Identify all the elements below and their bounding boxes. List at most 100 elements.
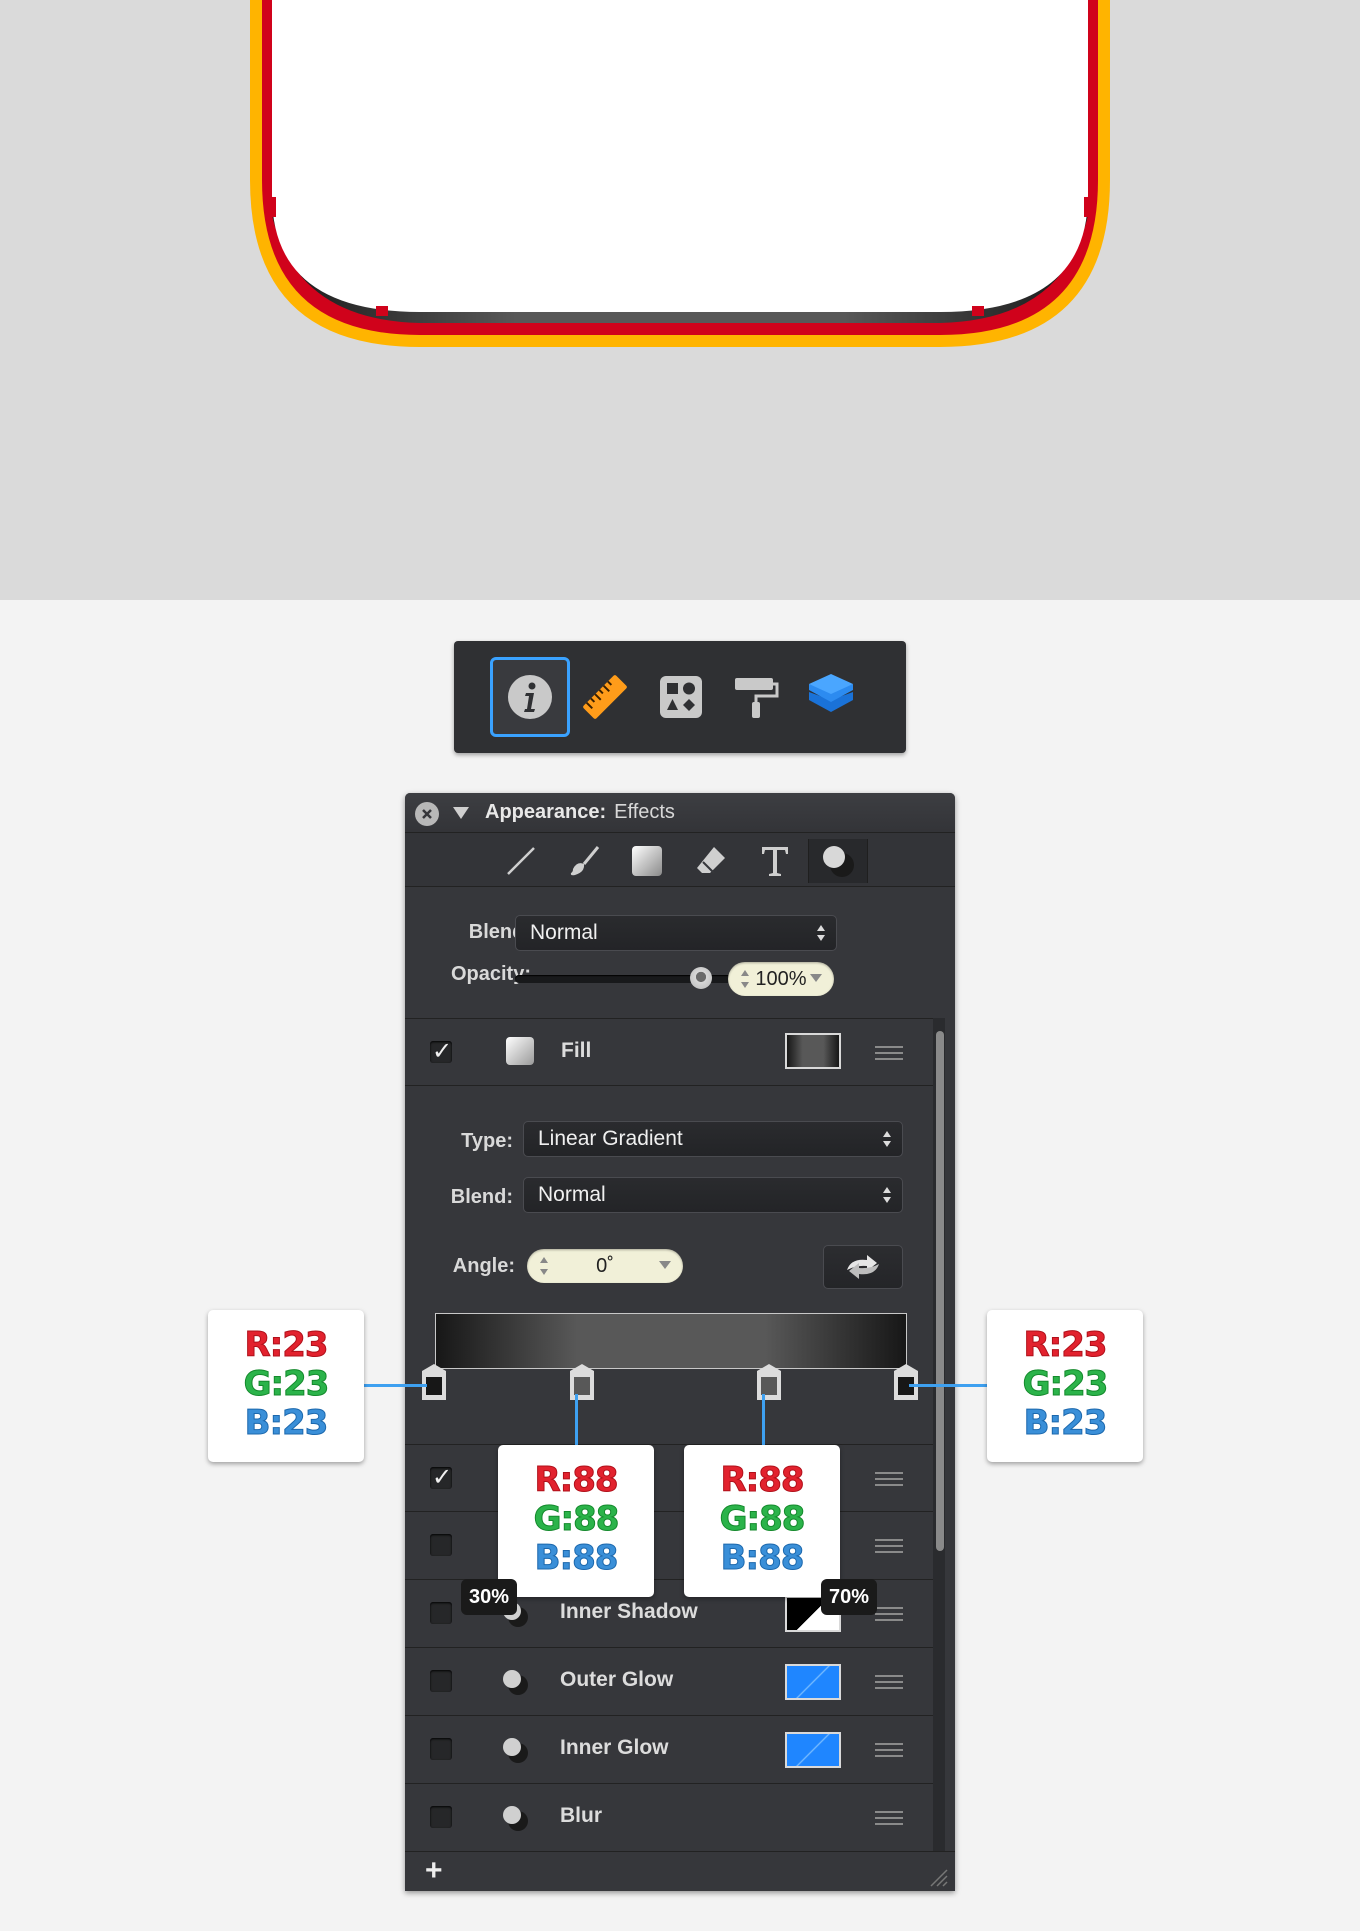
add-effect-button[interactable]: + xyxy=(425,1854,443,1888)
scrollbar-thumb[interactable] xyxy=(936,1031,944,1551)
stepper-arrows-icon xyxy=(741,970,749,988)
mid-left-stop-color-callout: R:88 G:88 B:88 xyxy=(498,1445,654,1597)
fill-blend-select[interactable]: Normal xyxy=(523,1177,903,1213)
panel-header: Appearance: Effects xyxy=(405,793,955,833)
effects-tab[interactable] xyxy=(808,839,868,883)
effect-row-2[interactable] xyxy=(405,1512,933,1580)
stroke-icon xyxy=(507,847,535,875)
inner-glow-row[interactable]: Inner Glow xyxy=(405,1716,933,1784)
inner-shadow-label: Inner Shadow xyxy=(560,1600,698,1623)
outer-glow-checkbox[interactable] xyxy=(430,1670,452,1692)
fill-checkbox[interactable]: ✓ xyxy=(430,1038,452,1065)
stepper-arrows-icon xyxy=(540,1257,548,1275)
effect-checkbox-2[interactable] xyxy=(430,1534,452,1556)
drag-handle-icon[interactable] xyxy=(875,1539,903,1553)
drag-handle-icon[interactable] xyxy=(875,1472,903,1486)
drag-handle-icon[interactable] xyxy=(875,1811,903,1825)
inner-glow-color-swatch[interactable] xyxy=(785,1732,841,1768)
ruler-tab-button[interactable] xyxy=(565,657,645,737)
blue-value: B:23 xyxy=(244,1403,329,1443)
angle-value: 0˚ xyxy=(596,1255,614,1277)
green-value: G:23 xyxy=(243,1364,330,1404)
eraser-tab[interactable] xyxy=(681,839,741,883)
disclosure-triangle-icon[interactable] xyxy=(453,807,469,819)
red-value: R:88 xyxy=(720,1460,805,1500)
green-value: G:88 xyxy=(719,1499,806,1539)
fill-type-select[interactable]: Linear Gradient xyxy=(523,1121,903,1157)
inner-glow-checkbox[interactable] xyxy=(430,1738,452,1760)
paint-roller-icon xyxy=(735,678,779,718)
mid-right-stop-color-callout: R:88 G:88 B:88 xyxy=(684,1445,840,1597)
blend-mode-select[interactable]: Normal xyxy=(515,915,837,951)
layers-icon xyxy=(809,674,853,712)
appearance-tool-row xyxy=(405,833,955,887)
mid-left-callout-connector xyxy=(575,1394,578,1446)
gradient-stop-30[interactable] xyxy=(569,1363,595,1401)
gradient-preview-bar[interactable] xyxy=(435,1313,907,1369)
angle-stepper[interactable]: 0˚ xyxy=(527,1249,683,1283)
fill-blend-label: Blend: xyxy=(450,1186,513,1208)
close-panel-button[interactable] xyxy=(415,802,439,826)
swap-gradient-button[interactable] xyxy=(823,1245,903,1289)
style-tab-button[interactable] xyxy=(716,657,796,737)
stop-position-badge-30: 30% xyxy=(461,1579,518,1615)
library-tab-button[interactable] xyxy=(641,657,721,737)
effect-checkbox-1[interactable]: ✓ xyxy=(430,1464,452,1491)
canvas-shape-preview xyxy=(250,0,1110,347)
gradient-stop-100[interactable] xyxy=(893,1363,919,1401)
drag-handle-icon[interactable] xyxy=(875,1607,903,1621)
fill-color-swatch[interactable] xyxy=(785,1033,841,1069)
resize-grip-icon[interactable] xyxy=(927,1866,949,1888)
fill-type-value: Linear Gradient xyxy=(538,1127,683,1150)
select-arrows-icon xyxy=(883,1187,891,1203)
opacity-stepper[interactable]: 100% xyxy=(728,962,834,996)
brush-tab[interactable] xyxy=(554,839,614,883)
text-tab[interactable] xyxy=(745,839,805,883)
checkmark-icon: ✓ xyxy=(432,1038,453,1065)
chevron-down-icon xyxy=(659,1261,671,1269)
outer-glow-color-swatch[interactable] xyxy=(785,1664,841,1700)
effect-icon xyxy=(503,1738,528,1763)
brush-icon xyxy=(570,846,600,876)
ruler-icon xyxy=(583,675,627,719)
close-icon xyxy=(422,809,432,819)
layers-tab-button[interactable] xyxy=(791,657,871,737)
info-tab-button[interactable] xyxy=(490,657,570,737)
gradient-stop-0[interactable] xyxy=(421,1363,447,1401)
blue-value: B:88 xyxy=(720,1538,805,1578)
panel-subtitle: Effects xyxy=(614,801,675,823)
inner-glow-label: Inner Glow xyxy=(560,1736,669,1759)
opacity-slider-knob[interactable] xyxy=(690,967,712,989)
blend-mode-value: Normal xyxy=(530,921,598,944)
appearance-panel: Appearance: Effects Blend: Normal Opacit… xyxy=(405,793,955,1891)
panel-title-label: Appearance: xyxy=(485,801,607,823)
drag-handle-icon[interactable] xyxy=(875,1675,903,1689)
effect-icon xyxy=(503,1806,528,1831)
effect-row-1[interactable]: ✓ xyxy=(405,1444,933,1512)
type-label: Type: xyxy=(461,1130,513,1152)
red-value: R:23 xyxy=(1023,1325,1108,1365)
swap-icon xyxy=(847,1255,879,1279)
right-callout-connector xyxy=(909,1384,987,1387)
drag-handle-icon[interactable] xyxy=(875,1046,903,1060)
inspector-toolbar xyxy=(454,641,906,753)
opacity-value: 100% xyxy=(755,968,807,990)
stroke-tab[interactable] xyxy=(491,839,551,883)
left-stop-color-callout: R:23 G:23 B:23 xyxy=(208,1310,364,1462)
mid-right-callout-connector xyxy=(762,1394,765,1446)
outer-glow-row[interactable]: Outer Glow xyxy=(405,1648,933,1716)
text-icon xyxy=(762,847,788,876)
panel-bottom-bar: + xyxy=(405,1851,955,1891)
blur-row[interactable]: Blur xyxy=(405,1784,933,1851)
gradient-stop-70[interactable] xyxy=(756,1363,782,1401)
blue-value: B:88 xyxy=(534,1538,619,1578)
tutorial-stage: Appearance: Effects Blend: Normal Opacit… xyxy=(0,0,1360,1931)
effect-icon xyxy=(503,1670,528,1695)
fill-row[interactable]: ✓ Fill xyxy=(405,1018,933,1086)
inner-shadow-checkbox[interactable] xyxy=(430,1602,452,1624)
blue-value: B:23 xyxy=(1023,1403,1108,1443)
blur-checkbox[interactable] xyxy=(430,1806,452,1828)
fill-tab[interactable] xyxy=(617,839,677,883)
checkmark-icon: ✓ xyxy=(432,1464,453,1491)
drag-handle-icon[interactable] xyxy=(875,1743,903,1757)
